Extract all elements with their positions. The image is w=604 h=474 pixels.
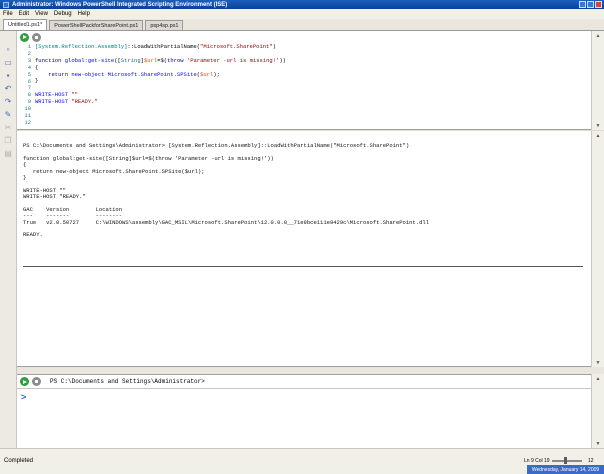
code-token: [System.Reflection.Assembly]: [35, 43, 128, 50]
code-token: ([: [114, 56, 121, 64]
script-code[interactable]: [System.Reflection.Assembly]::LoadWithPa…: [35, 43, 286, 127]
output-divider: [23, 266, 583, 267]
save-icon[interactable]: ▪: [3, 70, 13, 80]
minimize-button[interactable]: [579, 1, 586, 8]
code-token: $url: [143, 56, 158, 64]
code-line[interactable]: }: [35, 78, 286, 85]
code-line[interactable]: [35, 120, 286, 127]
cursor-position: Ln 9 Col 19: [524, 458, 550, 464]
menu-bar: File Edit View Debug Help: [0, 9, 604, 19]
taskbar-clock: Wednesday, January 14, 2009: [527, 465, 604, 474]
zoom-slider-thumb[interactable]: [564, 457, 567, 464]
line-number: 12: [24, 118, 31, 126]
zoom-level: 12: [588, 458, 594, 464]
menu-file[interactable]: File: [3, 11, 13, 17]
code-line[interactable]: return new-object Microsoft.SharePoint.S…: [35, 70, 286, 79]
splitter-output-command[interactable]: [17, 367, 604, 374]
new-file-icon[interactable]: ▫: [3, 44, 13, 54]
status-right: Ln 9 Col 19: [524, 458, 550, 464]
code-token: Microsoft.SharePoint.SPSite: [107, 70, 197, 78]
line-numbers: 1 2 3 4 5 6 7 8 9 10 11 12: [17, 43, 31, 127]
stop-script-button[interactable]: [32, 32, 41, 42]
run-script-button[interactable]: [20, 32, 29, 42]
code-token: 'Parameter -url is missing!': [186, 56, 280, 64]
code-token: WRITE-HOST: [35, 98, 72, 106]
output-pane: PS C:\Documents and Settings\Administrat…: [17, 131, 591, 367]
maximize-button[interactable]: [587, 1, 594, 8]
command-separator: [17, 388, 591, 389]
code-token: throw: [167, 56, 187, 64]
code-token: new-object: [71, 70, 108, 78]
paste-icon[interactable]: ▤: [3, 148, 13, 158]
window-controls: [579, 1, 602, 8]
command-header: PS C:\Documents and Settings\Administrat…: [17, 375, 591, 388]
redo-icon[interactable]: ↷: [3, 96, 13, 106]
script-editor-pane[interactable]: 1 2 3 4 5 6 7 8 9 10 11 12 [System.Reflection.Assem…: [17, 31, 591, 130]
window-title: Administrator: Windows PowerShell Integr…: [12, 1, 228, 8]
menu-help[interactable]: Help: [78, 11, 90, 17]
open-file-icon[interactable]: ▭: [3, 57, 13, 67]
stop-command-button[interactable]: [32, 377, 41, 386]
scroll-down-icon[interactable]: ▼: [592, 358, 604, 367]
code-token: }: [35, 77, 39, 85]
command-caret-icon: >: [21, 392, 27, 402]
tab-psp4sp[interactable]: psp4sp.ps1: [145, 20, 184, 30]
powershell-app-icon: [3, 1, 9, 8]
status-bar: Completed Ln 9 Col 19 12 Wednesday, Janu…: [0, 448, 604, 474]
editor-scrollbar[interactable]: ▲ ▼: [591, 31, 604, 130]
code-token: =$(: [157, 56, 168, 64]
code-token: "READY.": [71, 98, 98, 106]
code-token: return: [48, 70, 72, 78]
title-bar: Administrator: Windows PowerShell Integr…: [0, 0, 604, 9]
code-token: global:get-site: [64, 56, 115, 64]
code-token: String: [120, 56, 141, 64]
run-command-button[interactable]: [20, 377, 29, 386]
scroll-up-icon[interactable]: ▲: [592, 31, 604, 40]
command-prompt: PS C:\Documents and Settings\Administrat…: [50, 378, 205, 385]
script-tabs: Untitled1.ps1* PowerShellPackforSharePoi…: [0, 19, 604, 31]
code-token: function: [35, 56, 65, 64]
code-line[interactable]: WRITE-HOST "READY.": [35, 98, 286, 106]
tab-powershellpackforsharepoint[interactable]: PowerShellPackforSharePoint.ps1: [49, 20, 144, 30]
copy-icon[interactable]: ❐: [3, 135, 13, 145]
close-button[interactable]: [595, 1, 602, 8]
code-line[interactable]: function global:get-site([String]$url=$(…: [35, 56, 286, 65]
menu-view[interactable]: View: [35, 11, 48, 17]
tab-untitled1[interactable]: Untitled1.ps1*: [3, 19, 48, 30]
menu-edit[interactable]: Edit: [19, 11, 29, 17]
code-line[interactable]: [System.Reflection.Assembly]::LoadWithPa…: [35, 43, 286, 51]
clear-icon[interactable]: ✎: [3, 109, 13, 119]
code-token: ): [272, 43, 276, 50]
command-pane[interactable]: PS C:\Documents and Settings\Administrat…: [17, 374, 591, 448]
output-line: PS C:\Documents and Settings\Administrat…: [23, 142, 410, 149]
output-line: READY.: [23, 231, 43, 239]
scroll-down-icon[interactable]: ▼: [592, 439, 604, 448]
status-text: Completed: [4, 458, 34, 464]
output-scrollbar[interactable]: ▲ ▼: [591, 131, 604, 367]
cut-icon[interactable]: ✂: [3, 122, 13, 132]
code-line[interactable]: [35, 113, 286, 120]
output-line: True v2.0.50727 C:\WINDOWS\assembly\GAC_…: [23, 218, 429, 226]
command-scrollbar[interactable]: ▲ ▼: [591, 374, 604, 448]
output-text: PS C:\Documents and Settings\Administrat…: [23, 142, 429, 239]
scroll-up-icon[interactable]: ▲: [592, 131, 604, 140]
code-line[interactable]: [35, 106, 286, 113]
scroll-up-icon[interactable]: ▲: [592, 374, 604, 383]
menu-debug[interactable]: Debug: [54, 11, 72, 17]
code-token: );: [213, 70, 220, 78]
code-token: )): [279, 56, 286, 64]
code-token: ::LoadWithPartialName(: [127, 43, 201, 50]
code-token: "Microsoft.SharePoint": [200, 43, 273, 50]
code-token: $url: [200, 70, 214, 78]
undo-icon[interactable]: ↶: [3, 83, 13, 93]
left-toolbar: ▫ ▭ ▪ ↶ ↷ ✎ ✂ ❐ ▤: [0, 31, 17, 448]
scroll-down-icon[interactable]: ▼: [592, 121, 604, 130]
zoom-slider-track[interactable]: [552, 460, 582, 462]
editor-run-bar: [17, 31, 591, 43]
